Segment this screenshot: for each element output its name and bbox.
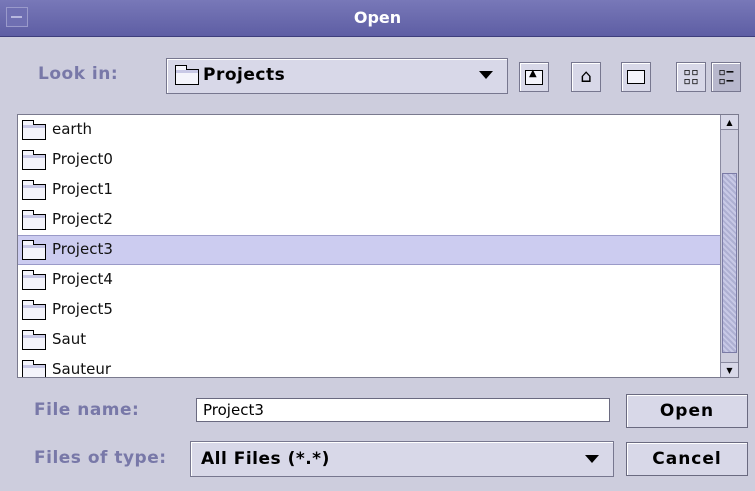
files-of-type-value: All Files (*.*) xyxy=(201,449,330,469)
list-item-label: Project4 xyxy=(52,270,113,288)
look-in-label: Look in: xyxy=(38,64,119,84)
list-item[interactable]: Project5 xyxy=(18,295,721,325)
list-item-label: earth xyxy=(52,120,92,138)
folder-icon xyxy=(22,120,46,140)
list-item[interactable]: earth xyxy=(18,115,721,145)
folder-icon xyxy=(22,150,46,170)
file-list[interactable]: earth Project0 Project1 Project2 Project… xyxy=(17,114,739,378)
home-icon: ⌂ xyxy=(580,66,592,87)
details-view-icon: ▫− ▫− xyxy=(718,64,734,89)
folder-icon xyxy=(22,180,46,200)
list-item-label: Project3 xyxy=(52,240,113,258)
chevron-down-icon[interactable] xyxy=(479,71,493,79)
open-button[interactable]: Open xyxy=(626,394,748,428)
new-folder-icon xyxy=(627,70,645,84)
list-item[interactable]: Project1 xyxy=(18,175,721,205)
files-of-type-label: Files of type: xyxy=(34,448,167,468)
list-item[interactable]: Saut xyxy=(18,325,721,355)
list-item-label: Project0 xyxy=(52,150,113,168)
home-button[interactable]: ⌂ xyxy=(571,62,601,92)
new-folder-button[interactable] xyxy=(621,62,651,92)
folder-icon xyxy=(22,300,46,320)
list-item[interactable]: Project4 xyxy=(18,265,721,295)
list-view-icon: ▫▫ ▫▫ xyxy=(683,64,699,89)
list-item[interactable]: Project0 xyxy=(18,145,721,175)
list-item-label: Sauteur xyxy=(52,360,112,377)
look-in-combo[interactable]: Projects xyxy=(166,58,508,94)
folder-icon xyxy=(175,65,199,85)
chevron-down-icon[interactable] xyxy=(585,455,599,463)
open-dialog: Open Look in: Projects ⌂ ▫▫▫▫ ▫−▫− earth… xyxy=(0,0,755,491)
scroll-up-button[interactable]: ▲ xyxy=(721,115,738,130)
folder-icon xyxy=(22,360,46,377)
folder-icon xyxy=(22,240,46,260)
scroll-thumb[interactable] xyxy=(722,173,737,353)
folder-up-icon xyxy=(525,68,543,85)
up-one-level-button[interactable] xyxy=(519,62,549,92)
list-item-label: Project1 xyxy=(52,180,113,198)
folder-icon xyxy=(22,270,46,290)
list-item-label: Project2 xyxy=(52,210,113,228)
list-item-label: Saut xyxy=(52,330,87,348)
details-view-button[interactable]: ▫− ▫− xyxy=(711,62,741,92)
dialog-title: Open xyxy=(353,8,402,27)
list-item-label: Project5 xyxy=(52,300,113,318)
list-item-selected[interactable]: Project3 xyxy=(18,235,721,265)
scroll-down-button[interactable]: ▼ xyxy=(721,362,738,377)
look-in-value: Projects xyxy=(203,65,286,85)
list-item[interactable]: Sauteur xyxy=(18,355,721,377)
cancel-button[interactable]: Cancel xyxy=(626,442,748,476)
list-view-button[interactable]: ▫▫ ▫▫ xyxy=(676,62,706,92)
list-item[interactable]: Project2 xyxy=(18,205,721,235)
vertical-scrollbar[interactable]: ▲ ▼ xyxy=(720,115,738,377)
file-name-input[interactable] xyxy=(196,398,610,422)
file-list-rows: earth Project0 Project1 Project2 Project… xyxy=(18,115,721,377)
folder-icon xyxy=(22,330,46,350)
folder-icon xyxy=(22,210,46,230)
files-of-type-combo[interactable]: All Files (*.*) xyxy=(190,441,614,477)
file-name-label: File name: xyxy=(34,400,140,420)
title-bar[interactable]: Open xyxy=(0,0,755,37)
